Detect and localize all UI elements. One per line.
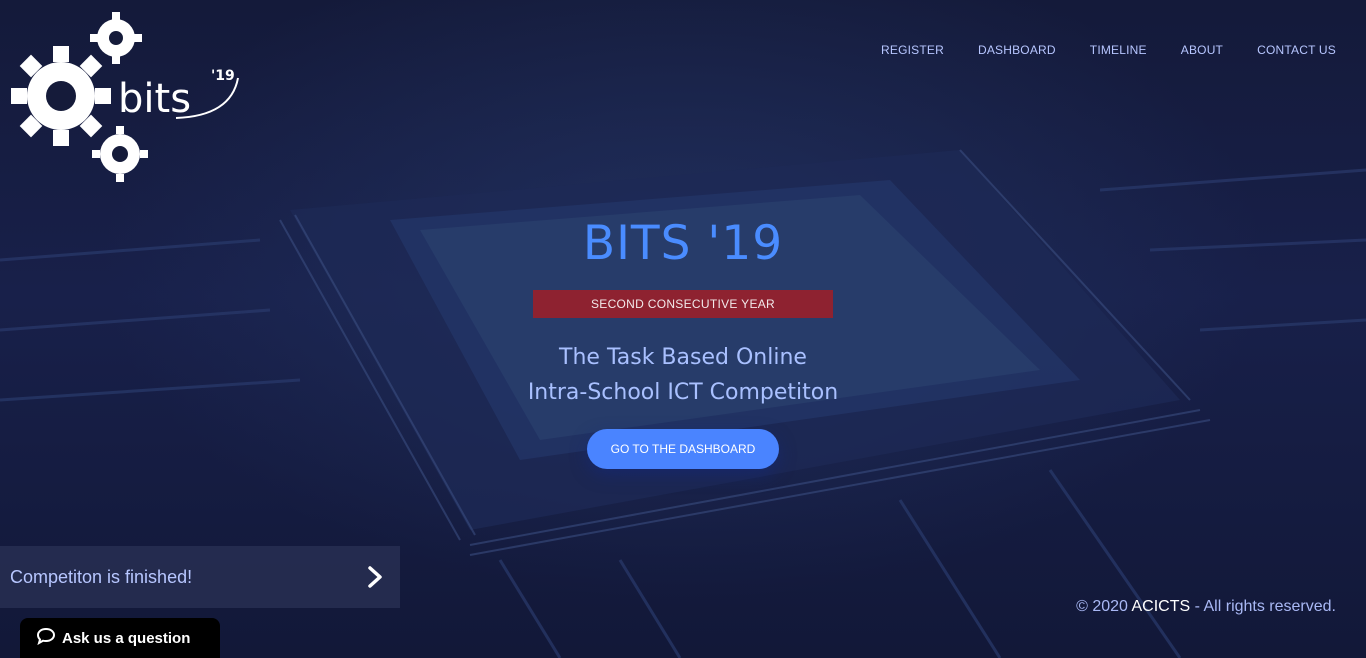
competition-status-message: Competiton is finished!: [10, 566, 193, 587]
go-to-dashboard-button[interactable]: GO TO THE DASHBOARD: [587, 429, 779, 469]
main-nav: REGISTER DASHBOARD TIMELINE ABOUT CONTAC…: [864, 43, 1336, 57]
speech-bubble-icon: [36, 627, 56, 649]
nav-about[interactable]: ABOUT: [1164, 43, 1240, 57]
svg-text:bits: bits: [118, 76, 191, 122]
svg-text:'19: '19: [211, 68, 235, 84]
hero-title: BITS '19: [582, 216, 784, 271]
footer-brand: ACICTS: [1131, 598, 1191, 615]
bits-logo: bits '19: [11, 12, 239, 182]
footer-copyright: © 2020 ACICTS - All rights reserved.: [1076, 598, 1336, 616]
nav-timeline[interactable]: TIMELINE: [1073, 43, 1164, 57]
tagline-line-2: Intra-School ICT Competiton: [527, 380, 839, 405]
competition-status-banner: Competiton is finished!: [0, 546, 400, 608]
ask-question-label: Ask us a question: [62, 629, 191, 647]
nav-register[interactable]: REGISTER: [864, 43, 961, 57]
ask-question-chat-button[interactable]: Ask us a question: [20, 618, 220, 658]
tagline-line-1: The Task Based Online: [559, 345, 807, 370]
hero-section: BITS '19 SECOND CONSECUTIVE YEAR The Tas…: [0, 212, 1366, 469]
hero-tagline: The Task Based Online Intra-School ICT C…: [0, 340, 1366, 410]
rights-text: - All rights reserved.: [1190, 598, 1336, 615]
chevron-right-icon[interactable]: [360, 562, 390, 592]
consecutive-year-ribbon: SECOND CONSECUTIVE YEAR: [533, 290, 833, 318]
nav-dashboard[interactable]: DASHBOARD: [961, 43, 1073, 57]
copyright-text: © 2020: [1076, 598, 1132, 615]
nav-contact-us[interactable]: CONTACT US: [1240, 43, 1336, 57]
